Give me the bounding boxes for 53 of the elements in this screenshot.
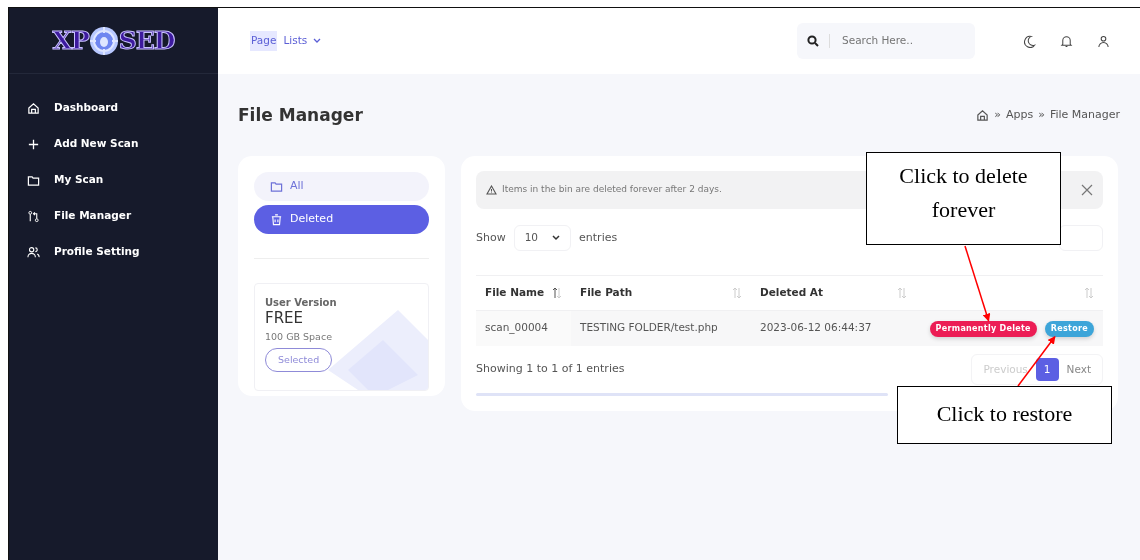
table-cell: 2023-06-12 06:44:37 <box>751 310 916 346</box>
close-button[interactable] <box>1081 184 1093 196</box>
column-header[interactable]: File Name <box>485 285 545 301</box>
page-button[interactable]: Next <box>1058 357 1099 382</box>
sidebar-item[interactable]: Dashboard <box>9 90 218 126</box>
user-icon[interactable] <box>1097 34 1110 48</box>
logo: XP SED <box>52 24 175 58</box>
chevron-icon <box>552 235 561 241</box>
moon-icon[interactable] <box>1023 34 1036 48</box>
entries-select[interactable]: 10 <box>513 225 572 251</box>
folder-icon <box>270 180 283 193</box>
home-icon <box>976 108 990 122</box>
storage-space: 100 GB Space <box>265 329 333 344</box>
branch-icon <box>27 209 40 223</box>
search-icon <box>807 35 819 47</box>
delete-button[interactable]: Permanently Delete <box>929 320 1037 337</box>
column-header[interactable]: File Path <box>580 285 633 301</box>
column-header[interactable]: Deleted At <box>760 285 823 301</box>
plus-icon <box>27 137 40 151</box>
breadcrumb-separator: » <box>994 106 1001 123</box>
plan-name: FREE <box>265 310 304 327</box>
breadcrumb-current: File Manager <box>1049 106 1120 123</box>
trash-icon <box>270 213 283 226</box>
bell-icon[interactable] <box>1060 34 1073 48</box>
callout-box: Click to restore <box>897 386 1112 444</box>
breadcrumb-link[interactable]: Apps <box>1005 106 1034 124</box>
page-button[interactable]: 1 <box>1035 357 1059 382</box>
search-field[interactable]: Search Here.. <box>797 23 975 59</box>
folder-tab[interactable]: All <box>254 172 429 201</box>
sidebar-item[interactable]: File Manager <box>9 198 218 234</box>
table-cell: TESTING FOLDER/test.php <box>571 310 751 346</box>
breadcrumb-separator: » <box>1038 106 1045 123</box>
sidebar-item[interactable]: My Scan <box>9 162 218 198</box>
entries-info: Showing 1 to 1 of 1 entries <box>476 361 625 378</box>
sidebar-item[interactable]: Add New Scan <box>9 126 218 162</box>
plan-heading: User Version <box>265 296 338 310</box>
home-icon <box>27 101 40 115</box>
sort-icon[interactable] <box>552 287 562 299</box>
show-label: Show <box>476 229 506 246</box>
page-title: File Manager <box>238 104 363 126</box>
search-input[interactable]: Search Here.. <box>840 32 960 50</box>
table-cell: scan_00004 <box>476 310 571 346</box>
page-lists-menu[interactable]: Page Lists <box>250 31 322 51</box>
alert-text: Items in the bin are deleted forever after 2 days. <box>502 183 722 197</box>
folder-icon <box>27 173 40 187</box>
warning-icon <box>486 185 497 195</box>
callout-box: Click to delete forever <box>866 152 1061 245</box>
folder-tab[interactable]: Deleted <box>254 205 429 234</box>
sidebar-item[interactable]: Profile Setting <box>9 234 218 270</box>
scrollbar[interactable] <box>476 393 888 397</box>
users-icon <box>27 245 40 259</box>
chevron-icon <box>313 38 322 44</box>
entries-label: entries <box>579 229 618 246</box>
